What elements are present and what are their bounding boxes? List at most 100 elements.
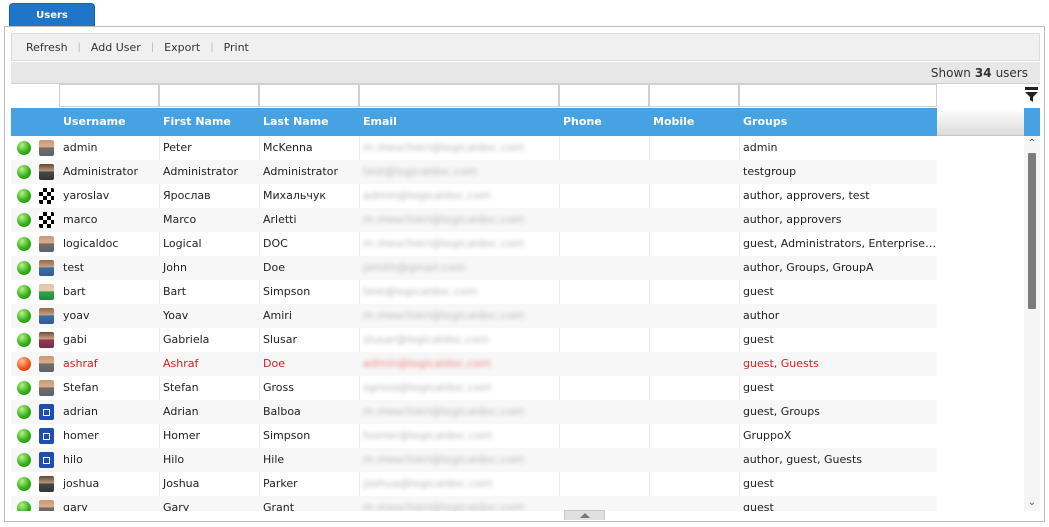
groups-cell: author, approvers, test [743,189,870,202]
table-row[interactable]: Administrator Administrator Administrator t… [11,160,937,184]
table-row[interactable]: admin Peter McKenna m.meschieri@logicaldoc.… [11,136,937,160]
header-corner [1024,108,1040,136]
last-name-cell: Doe [263,357,285,370]
table-row[interactable]: test John Doe jsmith@gmail.com author, Group… [11,256,937,280]
collapse-panel-handle[interactable] [564,510,605,520]
username-cell: yaroslav [63,189,110,202]
column-header-email[interactable]: Email [359,108,559,136]
column-header-groups[interactable]: Groups [739,108,937,136]
username-cell: test [63,261,85,274]
table-row[interactable]: logicaldoc Logical DOC m.meschieri@logicald… [11,232,937,256]
email-cell: test@logicaldoc.com [363,285,478,298]
groups-cell: guest [743,285,774,298]
default-avatar [39,428,54,444]
username-cell: yoav [63,309,90,322]
add-user-button[interactable]: Add User [91,41,141,54]
last-name-cell: DOC [263,237,288,250]
enabled-status-icon [17,141,31,155]
first-name-cell: Stefan [163,381,199,394]
header-filler [937,108,1024,136]
vertical-scrollbar[interactable]: ⌃ ⌄ [1024,136,1040,511]
enabled-status-icon [17,261,31,275]
photo-avatar [39,260,54,276]
scroll-down-icon[interactable]: ⌄ [1024,495,1040,509]
table-row[interactable]: yaroslav Ярослав Михальчук admin@logicaldoc… [11,184,937,208]
disabled-status-icon [17,357,31,371]
enabled-status-icon [17,189,31,203]
last-name-filter-input[interactable] [259,84,359,107]
table-row[interactable]: homer Homer Simpson homer@logicaldoc.com Gru… [11,424,937,448]
first-name-cell: Yoav [163,309,189,322]
enabled-status-icon [17,237,31,251]
enabled-status-icon [17,429,31,443]
column-header-first-name[interactable]: First Name [159,108,259,136]
table-row[interactable]: ashraf Ashraf Doe admin@logicaldoc.com guest… [11,352,937,376]
phone-filter-input[interactable] [559,84,649,107]
first-name-cell: Peter [163,141,192,154]
username-cell: hilo [63,453,83,466]
groups-cell: testgroup [743,165,797,178]
table-row[interactable]: yoav Yoav Amiri m.meschieri@logicaldoc.com a… [11,304,937,328]
username-cell: ashraf [63,357,98,370]
groups-cell: GruppoX [743,429,792,442]
groups-cell: author, guest, Guests [743,453,863,466]
funnel-icon [1024,87,1038,102]
table-row[interactable]: bart Bart Simpson test@logicaldoc.com guest [11,280,937,304]
photo-avatar [39,332,54,348]
username-cell: adrian [63,405,99,418]
email-cell: m.meschieri@logicaldoc.com [363,501,525,511]
mobile-filter-input[interactable] [649,84,739,107]
first-name-cell: Administrator [163,165,238,178]
filter-icon[interactable] [1024,86,1038,104]
photo-avatar [39,284,54,300]
tab-users[interactable]: Users [9,3,95,27]
scroll-up-icon[interactable]: ⌃ [1024,136,1040,150]
table-row[interactable]: hilo Hilo Hile m.meschieri@logicaldoc.com au… [11,448,937,472]
table-row[interactable]: gary Gary Grant m.meschieri@logicaldoc.com g… [11,496,937,511]
first-name-cell: Gary [163,501,190,511]
table-row[interactable]: joshua Joshua Parker joshua@logicaldoc.com g… [11,472,937,496]
groups-cell: author, approvers [743,213,842,226]
users-grid: admin Peter McKenna m.meschieri@logicaldoc.… [11,136,1024,511]
username-filter-input[interactable] [59,84,159,107]
column-header-mobile[interactable]: Mobile [649,108,739,136]
enabled-status-icon [17,477,31,491]
refresh-button[interactable]: Refresh [26,41,68,54]
first-name-filter-input[interactable] [159,84,259,107]
username-cell: homer [63,429,99,442]
first-name-cell: Gabriela [163,333,210,346]
export-button[interactable]: Export [164,41,200,54]
column-header-phone[interactable]: Phone [559,108,649,136]
photo-avatar [39,140,54,156]
email-cell: test@logicaldoc.com [363,165,478,178]
last-name-cell: Simpson [263,285,311,298]
username-cell: logicaldoc [63,237,119,250]
email-cell: jsmith@gmail.com [363,261,466,274]
username-cell: joshua [63,477,100,490]
first-name-cell: Joshua [163,477,200,490]
table-row[interactable]: Stefan Stefan Gross sgross@logicaldoc.com gu… [11,376,937,400]
groups-cell: author [743,309,780,322]
email-cell: m.meschieri@logicaldoc.com [363,405,525,418]
photo-avatar [39,164,54,180]
scrollbar-thumb[interactable] [1028,153,1036,309]
email-cell: m.meschieri@logicaldoc.com [363,141,525,154]
groups-cell: guest, Administrators, Enterprise Admini… [743,237,937,250]
tab-users-label: Users [36,10,68,21]
print-button[interactable]: Print [224,41,249,54]
groups-filter-input[interactable] [739,84,937,107]
table-row[interactable]: adrian Adrian Balboa m.meschieri@logicaldoc… [11,400,937,424]
first-name-cell: Marco [163,213,197,226]
table-row[interactable]: marco Marco Arletti m.meschieri@logicaldoc.… [11,208,937,232]
table-row[interactable]: gabi Gabriela Slusar slusar@logicaldoc.com g… [11,328,937,352]
email-cell: slusar@logicaldoc.com [363,333,490,346]
enabled-status-icon [17,165,31,179]
groups-cell: guest [743,333,774,346]
enabled-status-icon [17,309,31,323]
username-cell: bart [63,285,86,298]
column-header-username[interactable]: Username [59,108,159,136]
last-name-cell: McKenna [263,141,313,154]
first-name-cell: Homer [163,429,201,442]
email-filter-input[interactable] [359,84,559,107]
column-header-last-name[interactable]: Last Name [259,108,359,136]
